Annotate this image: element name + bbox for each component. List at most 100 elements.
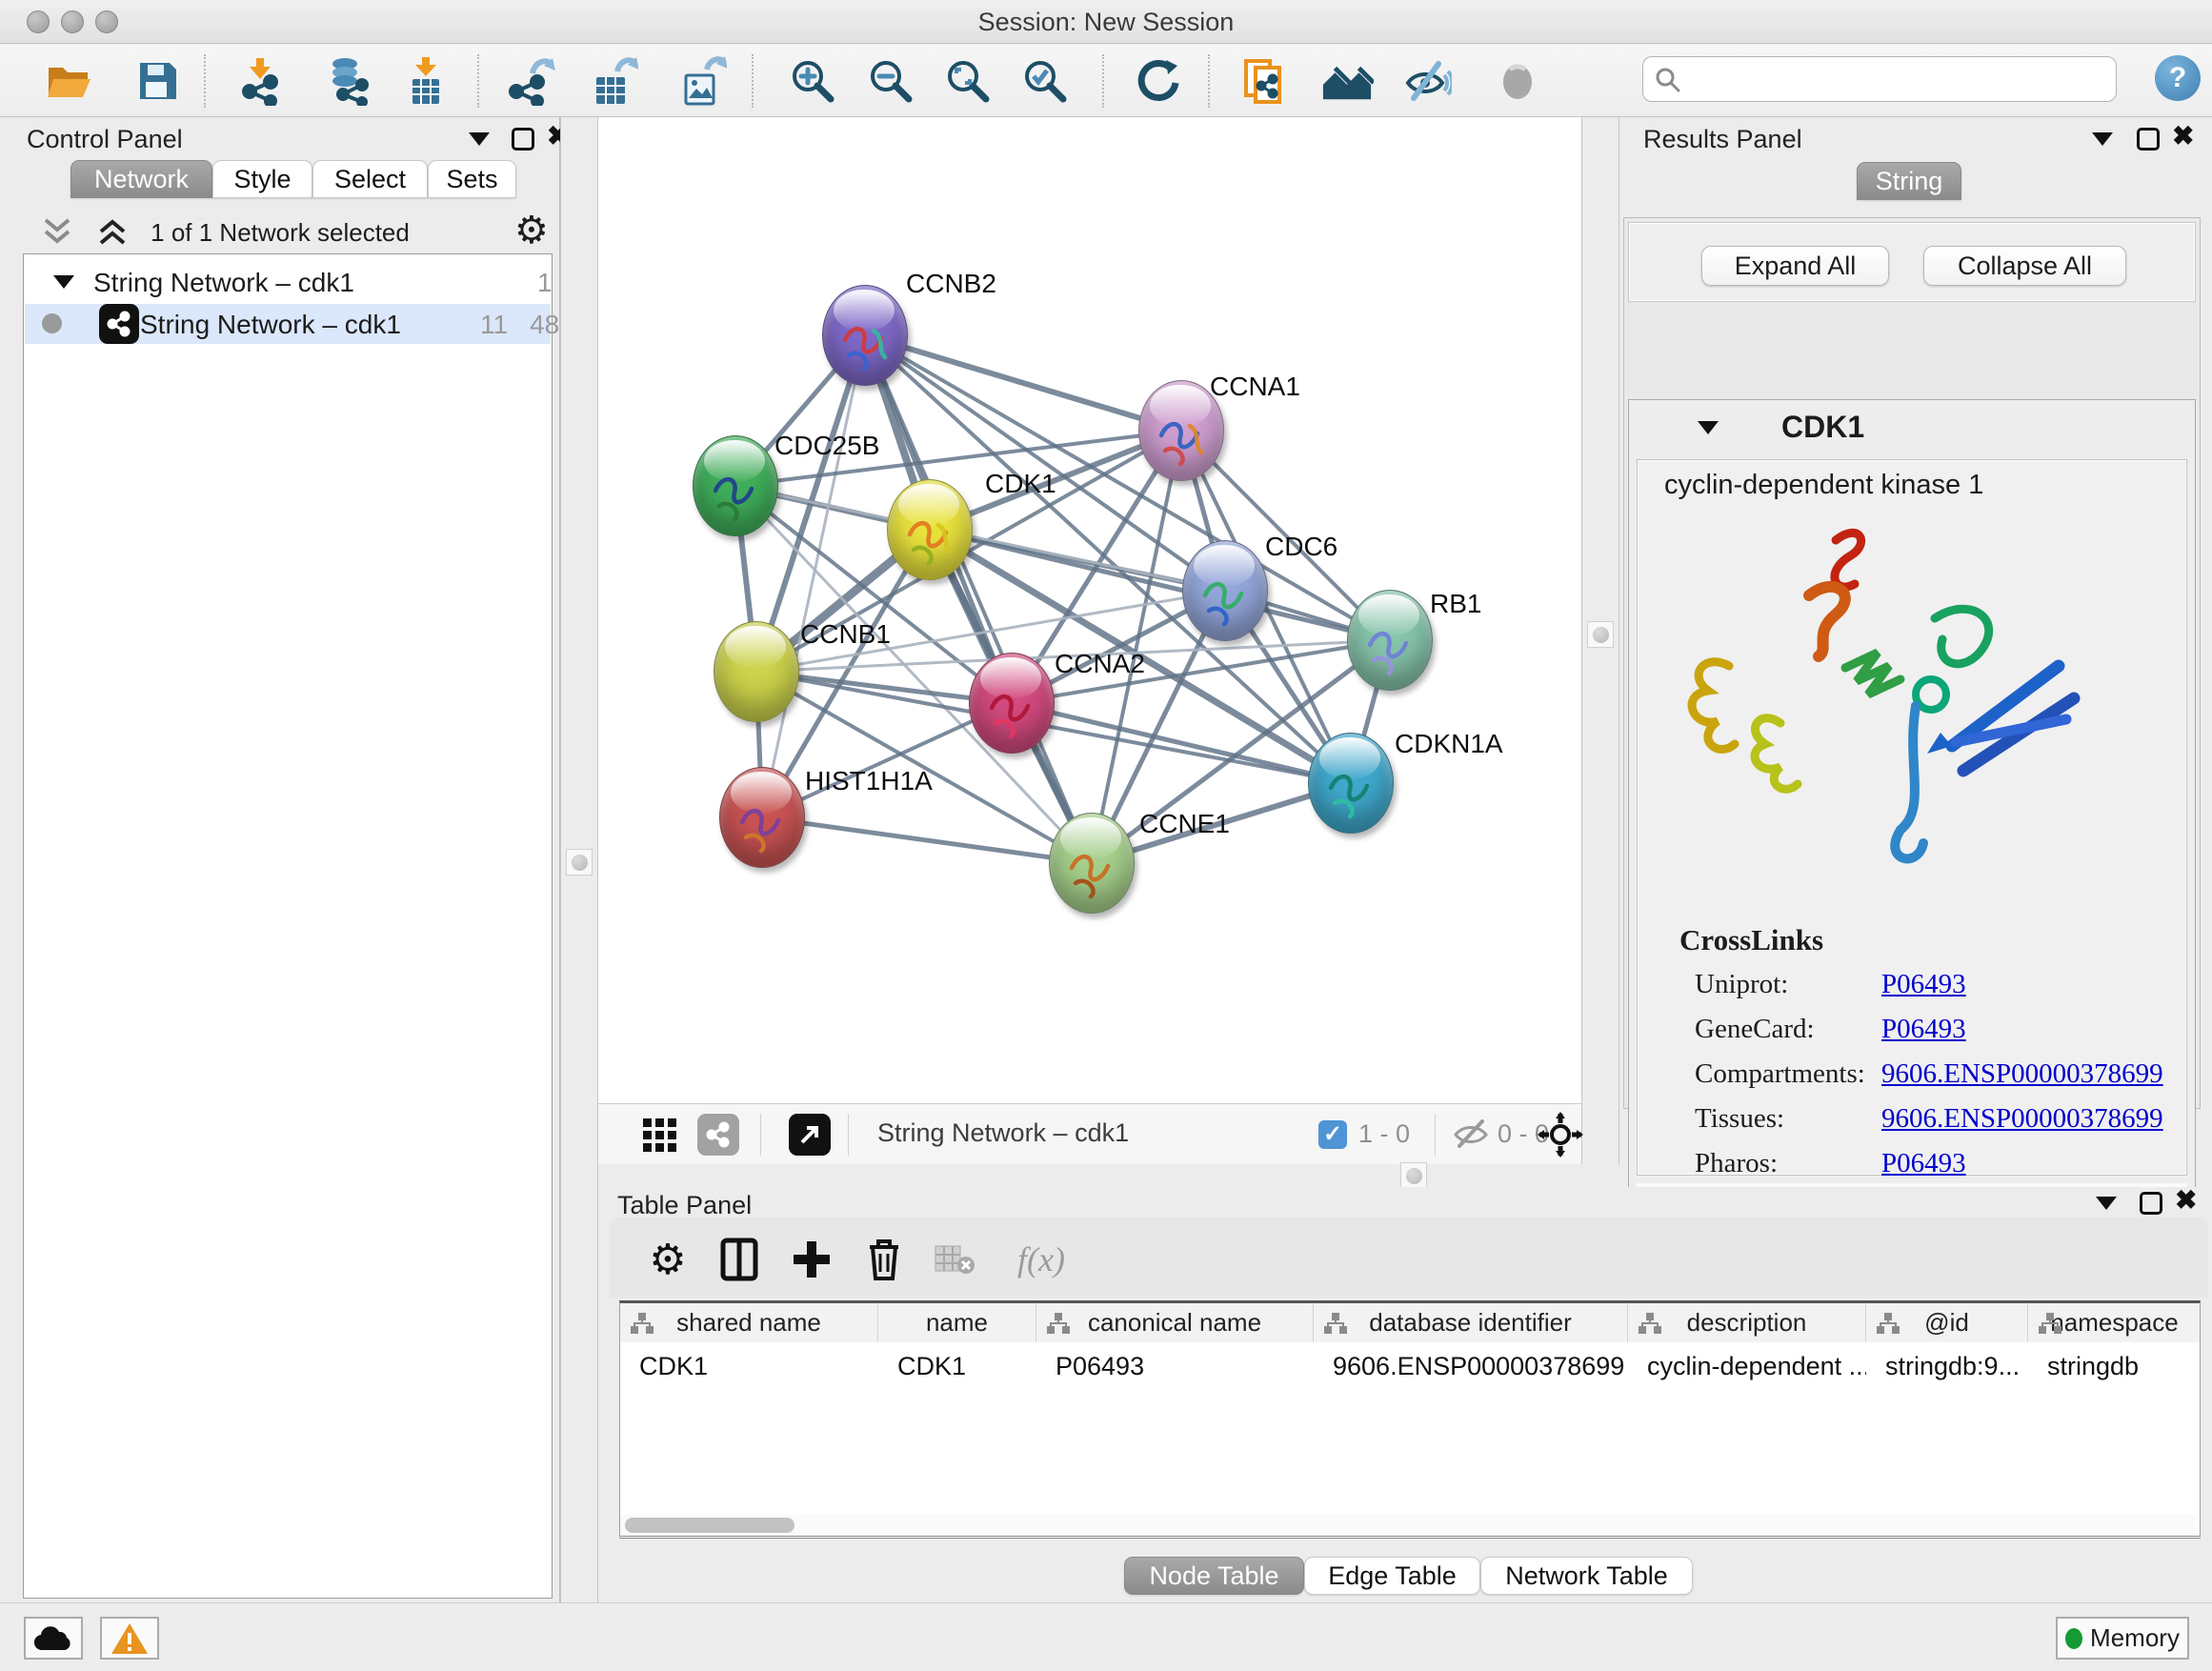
network-canvas[interactable]: CCNB2CCNA1CDC25BCDK1CDC6RB1CCNB1CCNA2CDK… [598, 117, 1581, 1103]
network-node-RB1[interactable] [1347, 590, 1433, 691]
clone-network-button[interactable] [1237, 54, 1291, 108]
zoom-out-button[interactable] [864, 54, 917, 108]
delete-column-icon[interactable] [859, 1235, 909, 1284]
panel-close-icon[interactable]: ✖ [2172, 125, 2194, 148]
tab-sets[interactable]: Sets [428, 160, 516, 198]
expand-all-button[interactable]: Expand All [1701, 246, 1889, 286]
tree-expander-icon[interactable] [53, 275, 74, 289]
column-header-canonical-name[interactable]: canonical name [1036, 1303, 1314, 1342]
tab-network-table[interactable]: Network Table [1480, 1557, 1693, 1595]
node-label-CDKN1A: CDKN1A [1395, 729, 1503, 759]
tab-node-table[interactable]: Node Table [1124, 1557, 1304, 1595]
show-columns-icon[interactable] [714, 1235, 764, 1284]
left-splitter[interactable] [560, 117, 598, 1602]
panel-menu-icon[interactable] [2096, 1197, 2117, 1210]
show-graphics-button[interactable] [1491, 54, 1544, 108]
grid-view-icon[interactable] [642, 1117, 678, 1154]
network-node-CDKN1A[interactable] [1308, 733, 1394, 834]
search-input[interactable] [1642, 56, 2117, 102]
network-edge[interactable] [865, 335, 1181, 431]
scrollbar-thumb[interactable] [625, 1518, 794, 1533]
node-table[interactable]: shared namenamecanonical namedatabase id… [619, 1300, 2201, 1539]
crosslink-link[interactable]: P06493 [1881, 1014, 1966, 1044]
apply-layout-button[interactable] [1132, 54, 1185, 108]
section-expander-icon[interactable] [1698, 421, 1719, 434]
tab-select[interactable]: Select [312, 160, 428, 198]
import-network-file-button[interactable] [233, 54, 287, 108]
warning-status-button[interactable] [100, 1617, 159, 1660]
panel-float-icon[interactable] [2140, 1192, 2162, 1215]
column-header-label: description [1687, 1308, 1807, 1338]
home-button[interactable] [1320, 54, 1374, 108]
network-options-gear-icon[interactable]: ⚙ [514, 209, 549, 252]
column-header-description[interactable]: description [1628, 1303, 1866, 1342]
open-session-button[interactable] [43, 54, 96, 108]
memory-label: Memory [2090, 1623, 2180, 1653]
export-table-button[interactable] [587, 54, 640, 108]
network-edge[interactable] [1092, 431, 1181, 863]
export-image-button[interactable] [675, 54, 729, 108]
fit-selected-crosshair-icon[interactable] [1538, 1112, 1583, 1158]
panel-close-icon[interactable]: ✖ [2175, 1189, 2197, 1212]
network-edge[interactable] [1012, 703, 1351, 783]
panel-float-icon[interactable] [2137, 128, 2160, 151]
crosslink-link[interactable]: 9606.ENSP00000378699 [1881, 1103, 2163, 1134]
detach-view-icon[interactable] [789, 1114, 831, 1156]
crosslink-link[interactable]: P06493 [1881, 969, 1966, 999]
cloud-status-button[interactable] [24, 1617, 83, 1660]
right-splitter-handle[interactable] [1587, 621, 1614, 648]
save-session-button[interactable] [131, 54, 185, 108]
network-node-CDC6[interactable] [1182, 540, 1268, 641]
table-cell[interactable]: CDK1 [620, 1345, 878, 1387]
horizontal-splitter-handle[interactable] [1400, 1162, 1427, 1189]
help-button[interactable]: ? [2155, 55, 2201, 101]
collapse-all-button[interactable]: Collapse All [1923, 246, 2126, 286]
column-header-name[interactable]: name [878, 1303, 1036, 1342]
network-node-CDK1[interactable] [887, 479, 973, 580]
network-node-CDC25B[interactable] [693, 435, 778, 536]
selected-checkbox-icon[interactable]: ✓ [1318, 1120, 1347, 1149]
table-cell[interactable]: P06493 [1036, 1345, 1314, 1387]
table-cell[interactable]: CDK1 [878, 1345, 1036, 1387]
network-node-CCNE1[interactable] [1049, 813, 1135, 914]
string-network-icon [99, 304, 139, 344]
network-node-CCNB1[interactable] [714, 621, 799, 722]
export-network-button[interactable] [504, 54, 557, 108]
network-node-CCNA2[interactable] [969, 653, 1055, 754]
network-collection-row[interactable]: String Network – cdk1 1 [25, 264, 551, 304]
panel-menu-icon[interactable] [2092, 132, 2113, 146]
right-splitter[interactable] [1581, 117, 1619, 1187]
table-horizontal-scrollbar[interactable] [620, 1515, 2196, 1536]
network-row-selected[interactable]: String Network – cdk1 11 48 [25, 304, 551, 344]
zoom-selected-button[interactable] [1018, 54, 1072, 108]
table-cell[interactable]: stringdb:9... [1866, 1345, 2028, 1387]
panel-float-icon[interactable] [512, 128, 534, 151]
zoom-fit-button[interactable] [941, 54, 995, 108]
column-header-namespace[interactable]: namespace [2028, 1303, 2201, 1342]
tab-string[interactable]: String [1857, 162, 1961, 200]
crosslink-link[interactable]: P06493 [1881, 1148, 1966, 1178]
tab-network[interactable]: Network [70, 160, 212, 198]
table-cell[interactable]: cyclin-dependent ... [1628, 1345, 1866, 1387]
import-network-database-button[interactable] [322, 54, 375, 108]
network-node-HIST1H1A[interactable] [719, 767, 805, 868]
column-header-database-identifier[interactable]: database identifier [1314, 1303, 1628, 1342]
memory-button[interactable]: Memory [2056, 1617, 2189, 1660]
hide-edges-button[interactable] [1400, 54, 1454, 108]
zoom-in-button[interactable] [786, 54, 839, 108]
table-cell[interactable]: 9606.ENSP00000378699 [1314, 1345, 1628, 1387]
column-header-@id[interactable]: @id [1866, 1303, 2028, 1342]
table-options-gear-icon[interactable]: ⚙ [643, 1235, 693, 1284]
panel-menu-icon[interactable] [469, 132, 490, 146]
import-table-button[interactable] [399, 54, 452, 108]
create-column-icon[interactable] [787, 1235, 836, 1284]
network-node-CCNB2[interactable] [822, 285, 908, 386]
table-cell[interactable]: stringdb [2028, 1345, 2201, 1387]
tab-edge-table[interactable]: Edge Table [1304, 1557, 1480, 1595]
left-splitter-handle[interactable] [566, 849, 593, 876]
network-edge[interactable] [762, 817, 1092, 863]
tab-style[interactable]: Style [212, 160, 312, 198]
network-view-icon[interactable] [697, 1114, 739, 1156]
column-header-shared-name[interactable]: shared name [620, 1303, 878, 1342]
crosslink-link[interactable]: 9606.ENSP00000378699 [1881, 1058, 2163, 1089]
